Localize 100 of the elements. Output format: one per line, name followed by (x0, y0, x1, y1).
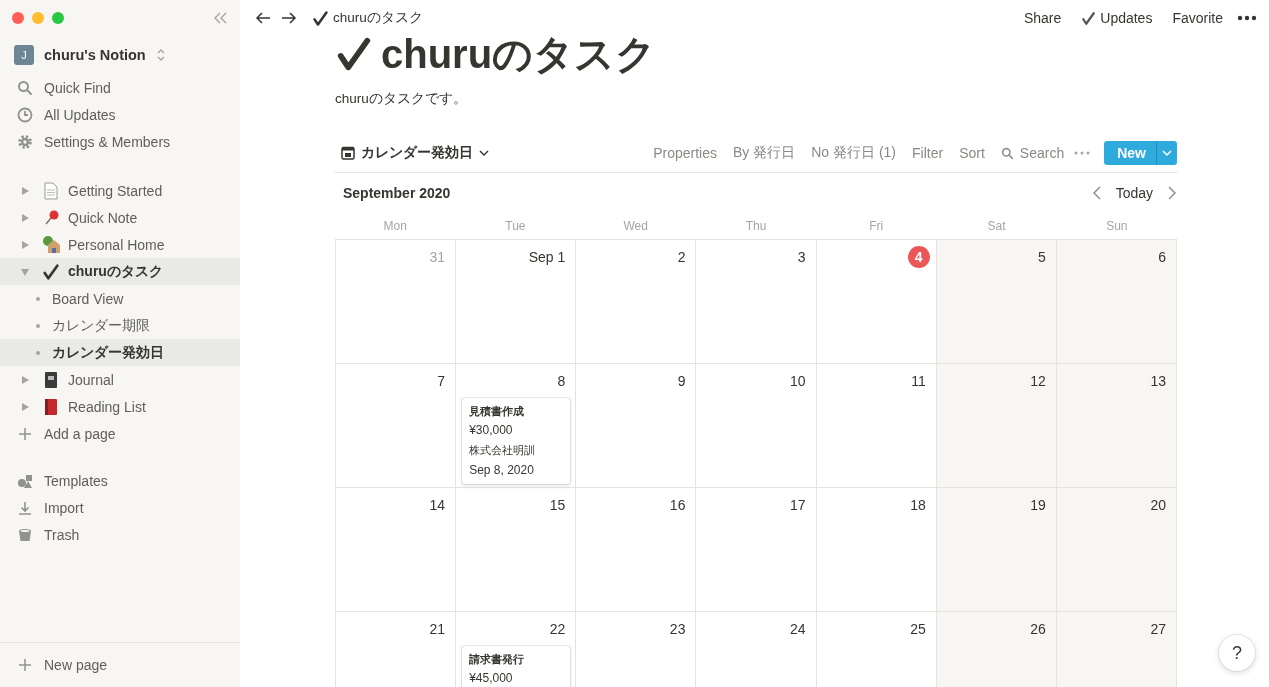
page-item[interactable]: Quick Note (0, 204, 240, 231)
toolbar-button[interactable]: Sort (953, 141, 991, 165)
event-card[interactable]: 請求書発行 ¥45,000 (462, 646, 571, 687)
page-item[interactable]: Getting Started (0, 177, 240, 204)
page-title: churuのタスク (381, 34, 657, 74)
day-cell[interactable]: 24 (696, 612, 817, 687)
page-item[interactable]: churuのタスク (0, 258, 240, 285)
day-cell[interactable]: Sep 1 (456, 240, 577, 364)
day-number: 14 (428, 496, 447, 515)
day-cell[interactable]: 6 (1056, 240, 1177, 364)
help-button[interactable]: ? (1219, 635, 1255, 671)
pin-icon (42, 209, 60, 226)
workspace-avatar: J (14, 45, 34, 65)
collapsed-triangle-icon[interactable] (20, 212, 30, 223)
event-amount: ¥30,000 (469, 422, 514, 439)
check-icon (42, 262, 60, 281)
forward-arrow-icon[interactable] (280, 10, 298, 26)
topbar-button[interactable]: Share (1017, 7, 1068, 29)
day-cell[interactable]: 2 (576, 240, 697, 364)
topbar-button[interactable]: Favorite (1166, 7, 1229, 29)
day-cell[interactable]: 8 見積書作成 ¥30,000 株式会社明訓 Sep 8, 2020 (456, 364, 577, 488)
subpage-item[interactable]: Board View (0, 285, 240, 312)
day-cell[interactable]: 12 (936, 364, 1057, 488)
sidebar-item[interactable]: Templates (0, 467, 240, 494)
add-page-button[interactable]: Add a page (0, 420, 240, 447)
day-number: 11 (910, 372, 927, 391)
day-cell[interactable]: 26 (936, 612, 1057, 687)
day-cell[interactable]: 23 (576, 612, 697, 687)
day-cell[interactable]: 19 (936, 488, 1057, 612)
page-description: churuのタスクです。 (335, 90, 468, 108)
collapsed-triangle-icon[interactable] (20, 239, 30, 250)
sidebar-item[interactable]: All Updates (0, 101, 240, 128)
day-cell[interactable]: 11 (816, 364, 937, 488)
collapse-icon[interactable] (212, 10, 228, 26)
day-number: 18 (909, 496, 927, 515)
page-item[interactable]: Personal Home (0, 231, 240, 258)
bullet-icon (36, 350, 40, 355)
day-cell[interactable]: 27 (1056, 612, 1177, 687)
day-cell[interactable]: 9 (576, 364, 697, 488)
plus-icon (17, 657, 33, 673)
updates-button[interactable]: Updates (1075, 7, 1159, 29)
new-page-button[interactable]: New page (0, 642, 240, 687)
next-month-icon[interactable] (1167, 186, 1177, 200)
sidebar-item[interactable]: Trash (0, 521, 240, 548)
day-cell[interactable]: 17 (696, 488, 817, 612)
bullet-icon (36, 296, 40, 301)
breadcrumb[interactable]: churuのタスク (333, 9, 423, 27)
trash-icon (17, 526, 33, 543)
toolbar-button[interactable]: Properties (647, 141, 723, 165)
day-cell[interactable]: 15 (456, 488, 577, 612)
day-number: 6 (1157, 248, 1167, 267)
today-button[interactable]: Today (1109, 183, 1159, 203)
day-number: 19 (1029, 496, 1047, 515)
day-number: 8 (556, 372, 567, 391)
day-cell[interactable]: 16 (576, 488, 697, 612)
collapsed-triangle-icon[interactable] (20, 185, 30, 196)
page-item[interactable]: Reading List (0, 393, 240, 420)
workspace-switcher[interactable]: J churu's Notion (0, 36, 240, 74)
close-button[interactable] (12, 12, 24, 24)
day-cell[interactable]: 5 (936, 240, 1057, 364)
notebook-icon (43, 370, 59, 389)
page-item[interactable]: Journal (0, 366, 240, 393)
day-cell[interactable]: 7 (336, 364, 457, 488)
toolbar-button[interactable]: No 発行日 (1) (805, 140, 903, 166)
house-icon (42, 236, 60, 253)
weekday-label: Thu (744, 219, 768, 233)
day-cell[interactable]: 13 (1056, 364, 1177, 488)
view-selector[interactable]: カレンダー発効日 (335, 141, 493, 165)
download-icon (17, 499, 33, 516)
collapsed-triangle-icon[interactable] (20, 374, 30, 385)
day-cell[interactable]: 18 (816, 488, 937, 612)
today-date-badge: 4 (907, 246, 930, 268)
dropdown-button[interactable] (1157, 141, 1177, 165)
toolbar-button[interactable]: Filter (906, 141, 950, 165)
sidebar-item[interactable]: Quick Find (0, 74, 240, 101)
sidebar-item[interactable]: Settings & Members (0, 128, 240, 155)
expanded-triangle-icon[interactable] (20, 266, 30, 277)
more-icon[interactable] (1237, 15, 1257, 21)
day-cell[interactable]: 20 (1056, 488, 1177, 612)
zoom-button[interactable] (52, 12, 64, 24)
back-arrow-icon[interactable] (254, 10, 272, 26)
toolbar-button[interactable]: By 発行日 (727, 140, 802, 166)
event-card[interactable]: 見積書作成 ¥30,000 株式会社明訓 Sep 8, 2020 (462, 398, 571, 484)
minimize-button[interactable] (32, 12, 44, 24)
day-cell[interactable]: 25 (816, 612, 937, 687)
weekday-label: Tue (504, 219, 527, 233)
day-cell[interactable]: 21 (336, 612, 457, 687)
collapsed-triangle-icon[interactable] (20, 401, 30, 412)
day-cell[interactable]: 14 (336, 488, 457, 612)
subpage-item[interactable]: カレンダー期限 (0, 312, 240, 339)
day-number: 5 (1037, 248, 1047, 267)
calendar-icon (341, 146, 355, 160)
day-cell[interactable]: 10 (696, 364, 817, 488)
day-cell[interactable]: 3 (696, 240, 817, 364)
search-button[interactable]: Search (994, 141, 1071, 165)
weekday-label: Fri (868, 219, 885, 233)
previous-month-icon[interactable] (1091, 186, 1102, 200)
subpage-item[interactable]: カレンダー発効日 (0, 339, 240, 366)
day-cell[interactable]: 22 請求書発行 ¥45,000 (456, 612, 577, 687)
sidebar-item[interactable]: Import (0, 494, 240, 521)
